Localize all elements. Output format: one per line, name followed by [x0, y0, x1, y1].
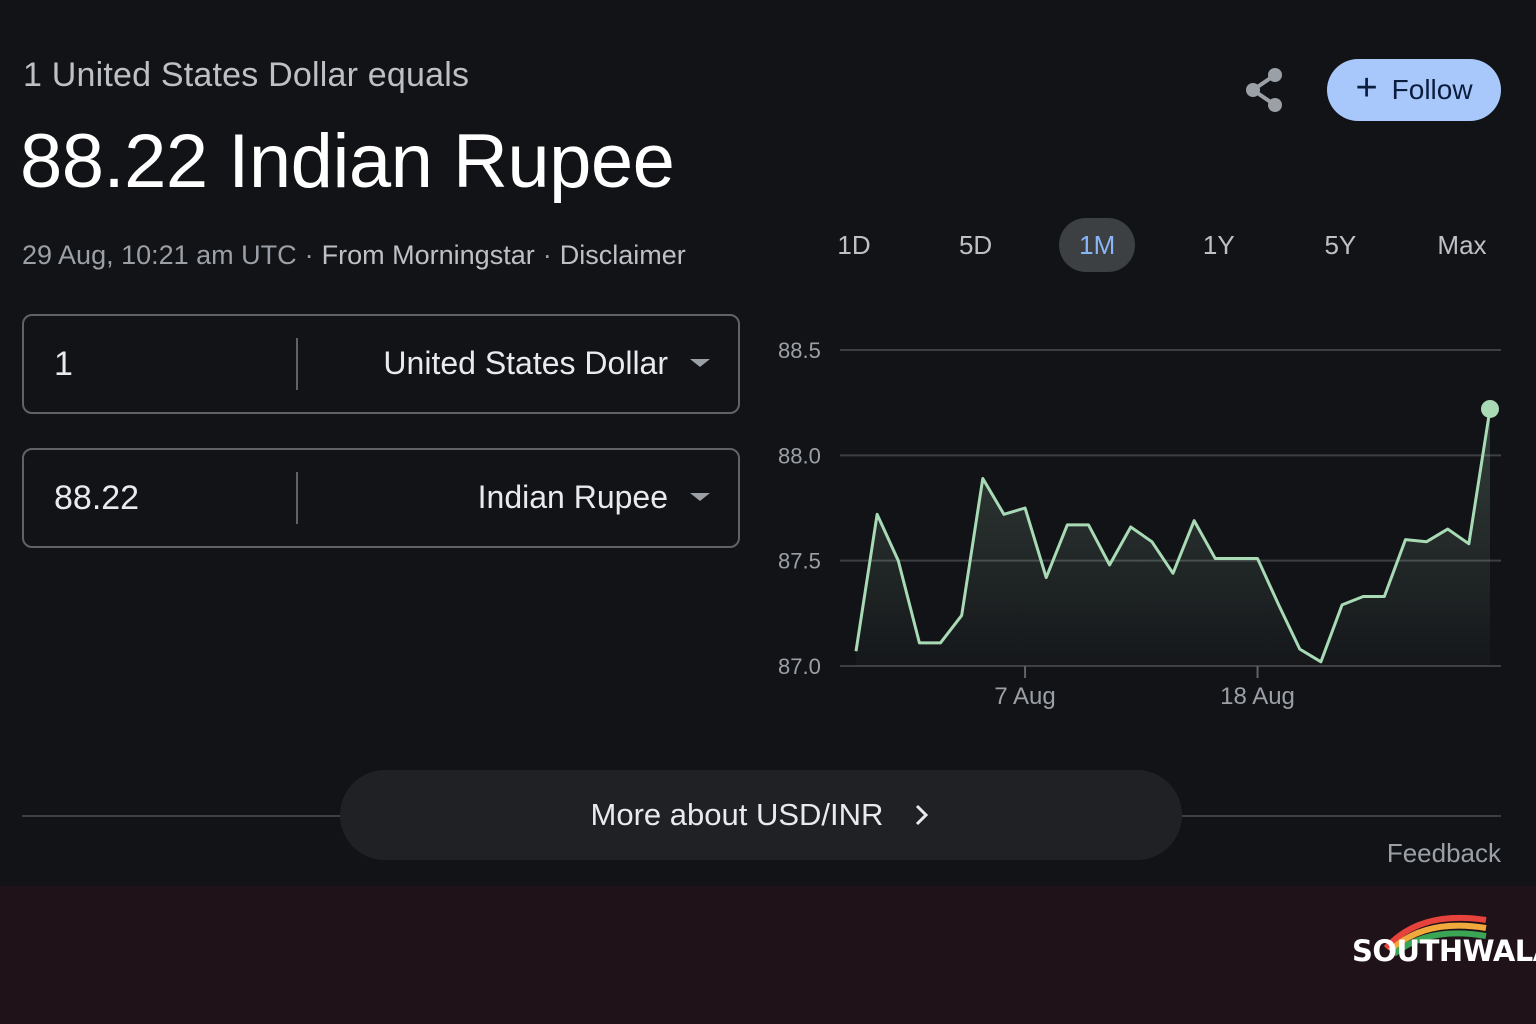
- range-tab-1m[interactable]: 1M: [1059, 218, 1136, 272]
- range-tab-max[interactable]: Max: [1424, 218, 1500, 272]
- share-icon: [1246, 68, 1282, 112]
- from-currency-select[interactable]: United States Dollar: [383, 316, 668, 412]
- y-tick-label: 87.5: [778, 549, 821, 574]
- from-currency-row: 1 United States Dollar: [22, 314, 740, 414]
- time-range-tabs: 1D 5D 1M 1Y 5Y Max: [816, 218, 1500, 272]
- separator: ·: [542, 240, 552, 270]
- follow-button[interactable]: + Follow: [1327, 59, 1501, 121]
- more-about-label: More about USD/INR: [590, 797, 884, 832]
- divider-line: [22, 815, 342, 817]
- more-about-button[interactable]: More about USD/INR: [340, 770, 1182, 860]
- timestamp: 29 Aug, 10:21 am UTC: [22, 240, 297, 270]
- to-currency-select[interactable]: Indian Rupee: [478, 450, 668, 546]
- separator: ·: [304, 240, 314, 270]
- dropdown-caret-icon[interactable]: [690, 359, 710, 367]
- y-tick-label: 88.0: [778, 443, 821, 468]
- range-tab-5d[interactable]: 5D: [938, 218, 1014, 272]
- currency-converter-card: 1 United States Dollar equals 88.22 Indi…: [0, 0, 1536, 886]
- feedback-link[interactable]: Feedback: [1387, 838, 1501, 869]
- conversion-result: 88.22 Indian Rupee: [20, 119, 675, 204]
- follow-label: Follow: [1391, 74, 1473, 105]
- x-tick-label: 18 Aug: [1220, 683, 1295, 710]
- exchange-rate-chart[interactable]: 88.5 88.0 87.5 87.0 7 Aug 18 Aug: [770, 320, 1510, 720]
- field-divider: [296, 338, 298, 390]
- range-tab-1d[interactable]: 1D: [816, 218, 892, 272]
- southwala-logo-text: SOUTHWALA.IN: [1352, 934, 1536, 968]
- source-link[interactable]: From Morningstar: [322, 240, 535, 270]
- share-button[interactable]: [1236, 62, 1292, 118]
- range-tab-5y[interactable]: 5Y: [1302, 218, 1378, 272]
- y-tick-label: 88.5: [778, 338, 821, 363]
- dropdown-caret-icon[interactable]: [690, 493, 710, 501]
- rate-meta: 29 Aug, 10:21 am UTC · From Morningstar · Di…: [22, 240, 686, 271]
- data-point: [1481, 399, 1499, 418]
- x-tick-label: 7 Aug: [994, 683, 1055, 710]
- chevron-right-icon: [916, 804, 929, 826]
- conversion-subtitle: 1 United States Dollar equals: [23, 56, 470, 94]
- to-currency-row: 88.22 Indian Rupee: [22, 448, 740, 548]
- range-tab-1y[interactable]: 1Y: [1181, 218, 1257, 272]
- disclaimer-link[interactable]: Disclaimer: [560, 240, 686, 270]
- field-divider: [296, 472, 298, 524]
- plus-icon: +: [1355, 67, 1378, 109]
- y-tick-label: 87.0: [778, 654, 821, 679]
- divider-line: [1180, 815, 1501, 817]
- from-amount-input[interactable]: 1: [54, 316, 284, 412]
- to-amount-input[interactable]: 88.22: [54, 450, 284, 546]
